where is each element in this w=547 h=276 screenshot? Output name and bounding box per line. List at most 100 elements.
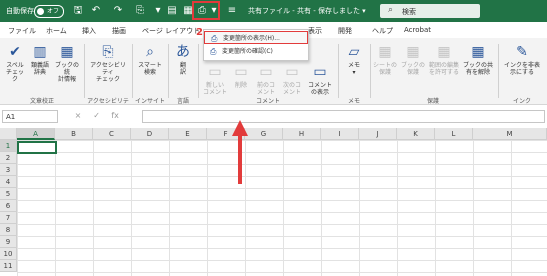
notes-icon: ▱: [348, 44, 360, 60]
tab-acrobat[interactable]: Acrobat: [404, 26, 431, 34]
column-header-g[interactable]: G: [245, 128, 283, 140]
allow-edit-ranges-button[interactable]: ▦ 範囲の編集 を許可する: [428, 44, 460, 76]
column-header-e[interactable]: E: [169, 128, 207, 140]
insert-function-icon[interactable]: fx: [107, 111, 123, 120]
highlight-changes-item[interactable]: ⎙ 変更箇所の表示(H)...: [204, 31, 308, 44]
group-divider: [338, 44, 339, 98]
undo-icon[interactable]: ↶: [90, 5, 102, 17]
cell-area[interactable]: [17, 140, 547, 276]
tab-insert[interactable]: 挿入: [82, 26, 96, 36]
enter-icon[interactable]: ✓: [89, 111, 105, 120]
column-header-j[interactable]: J: [359, 128, 397, 140]
protect-sheet-button[interactable]: ▦ シートの 保護: [372, 44, 398, 76]
accept-reject-changes-item[interactable]: ⎙ 変更箇所の確認(C): [204, 45, 308, 58]
translate-button[interactable]: あ 翻 訳: [172, 44, 194, 76]
search-box[interactable]: ⌕ 検索: [380, 4, 480, 18]
redo-icon[interactable]: ↷: [112, 5, 124, 17]
tab-file[interactable]: ファイル: [8, 26, 36, 36]
highlight-changes-icon: ⎙: [211, 34, 218, 43]
smart-lookup-button[interactable]: ⌕ スマート 検索: [136, 44, 164, 76]
name-box[interactable]: A1: [2, 110, 58, 123]
column-header-m[interactable]: M: [473, 128, 547, 140]
workbook-statistics-button[interactable]: ▦ ブックの統 計情報: [54, 44, 80, 83]
smart-lookup-icon: ⌕: [146, 44, 154, 60]
delete-comment-icon: ▭: [234, 64, 248, 80]
formula-bar: A1 × ✓ fx: [0, 108, 547, 126]
form-icon[interactable]: ▤: [166, 5, 178, 17]
thesaurus-button[interactable]: ▥ 類義語 辞典: [28, 44, 52, 76]
highlight-changes-label: 変更箇所の表示(H)...: [223, 35, 280, 42]
spelling-icon: ✔: [9, 44, 21, 60]
column-header-h[interactable]: H: [283, 128, 321, 140]
row-header-11[interactable]: 11: [0, 260, 17, 272]
column-header-l[interactable]: L: [435, 128, 473, 140]
row-header-7[interactable]: 7: [0, 212, 17, 224]
tab-view[interactable]: 表示: [308, 26, 322, 36]
annotation-arrow: [232, 120, 248, 184]
save-icon[interactable]: 🖫: [72, 5, 84, 17]
track-changes-menu: ⎙ 変更箇所の表示(H)... ⎙ 変更箇所の確認(C): [203, 29, 309, 61]
tab-home[interactable]: ホーム: [46, 26, 67, 36]
tab-draw[interactable]: 描画: [112, 26, 126, 36]
selected-cell[interactable]: [17, 141, 57, 154]
row-header-9[interactable]: 9: [0, 236, 17, 248]
column-header-i[interactable]: I: [321, 128, 359, 140]
row-header-1[interactable]: 1: [0, 140, 17, 152]
row-header-4[interactable]: 4: [0, 176, 17, 188]
column-header-a[interactable]: A: [17, 128, 55, 140]
thesaurus-icon: ▥: [33, 44, 47, 60]
tab-help[interactable]: ヘルプ: [372, 26, 393, 36]
autosave-toggle[interactable]: オフ: [34, 5, 64, 18]
title-bar: 自動保存 オフ 🖫 ↶ ↷ ⎘ ▾ ▤ ▦ ⎙ ▾ ≡ 共有ファイル - 共有 …: [0, 0, 547, 22]
file-name[interactable]: 共有ファイル - 共有 - 保存しました ▾: [248, 6, 366, 16]
column-header-c[interactable]: C: [93, 128, 131, 140]
column-header-b[interactable]: B: [55, 128, 93, 140]
column-header-k[interactable]: K: [397, 128, 435, 140]
accessibility-check-button[interactable]: ⎘ アクセシビリティ チェック: [88, 44, 128, 83]
group-label-protect: 保護: [426, 98, 439, 105]
new-comment-button[interactable]: ▭ 新しい コメント: [202, 64, 228, 96]
previous-comment-button[interactable]: ▭ 前のコ メント: [254, 64, 278, 96]
formula-buttons: × ✓ fx: [70, 111, 123, 120]
spreadsheet-grid: ABCDEFGHIJKLM 1 2 3 4 5 6 7 8 9 10 11: [0, 128, 547, 276]
protect-workbook-button[interactable]: ▦ ブックの 保護: [400, 44, 426, 76]
step-number: 2: [196, 27, 203, 38]
custom-tool-icon[interactable]: ⎘: [134, 5, 146, 17]
group-divider: [198, 44, 199, 98]
track-changes-highlight: [192, 1, 220, 20]
next-comment-button[interactable]: ▭ 次のコ メント: [280, 64, 304, 96]
group-divider: [132, 44, 133, 98]
row-header-10[interactable]: 10: [0, 248, 17, 260]
unshare-workbook-button[interactable]: ▦ ブックの共 有を解除: [462, 44, 494, 76]
cancel-icon[interactable]: ×: [70, 111, 86, 120]
group-divider: [84, 44, 85, 98]
column-header-d[interactable]: D: [131, 128, 169, 140]
group-label-insights: インサイト: [134, 98, 165, 105]
row-header-3[interactable]: 3: [0, 164, 17, 176]
tab-page-layout[interactable]: ページ レイアウト: [142, 26, 200, 36]
group-label-comments: コメント: [255, 98, 280, 105]
accessibility-icon: ⎘: [102, 44, 114, 60]
autosave-state: オフ: [47, 8, 60, 15]
show-comments-button[interactable]: ▭ コメント の表示: [306, 64, 334, 96]
hide-ink-button[interactable]: ✎ インクを非表 示にする: [502, 44, 542, 76]
dropdown-arrow-icon[interactable]: ▾: [152, 5, 164, 17]
row-header-8[interactable]: 8: [0, 224, 17, 236]
group-label-notes: メモ: [347, 98, 360, 105]
group-divider: [168, 44, 169, 98]
toggle-knob: [37, 8, 44, 15]
notes-button[interactable]: ▱ メモ ▾: [342, 44, 366, 76]
new-comment-icon: ▭: [208, 64, 222, 80]
tab-developer[interactable]: 開発: [338, 26, 352, 36]
delete-comment-button[interactable]: ▭ 削除: [230, 64, 252, 89]
row-header-6[interactable]: 6: [0, 200, 17, 212]
row-header-5[interactable]: 5: [0, 188, 17, 200]
unshare-workbook-icon: ▦: [471, 44, 485, 60]
formula-input[interactable]: [142, 110, 545, 123]
row-header-2[interactable]: 2: [0, 152, 17, 164]
select-all-corner[interactable]: [0, 128, 17, 140]
group-label-language: 言語: [176, 98, 189, 105]
spelling-button[interactable]: ✔ スペル チェック: [4, 44, 26, 83]
translate-icon: あ: [176, 44, 190, 60]
customize-quick-access-icon[interactable]: ≡: [226, 5, 238, 17]
